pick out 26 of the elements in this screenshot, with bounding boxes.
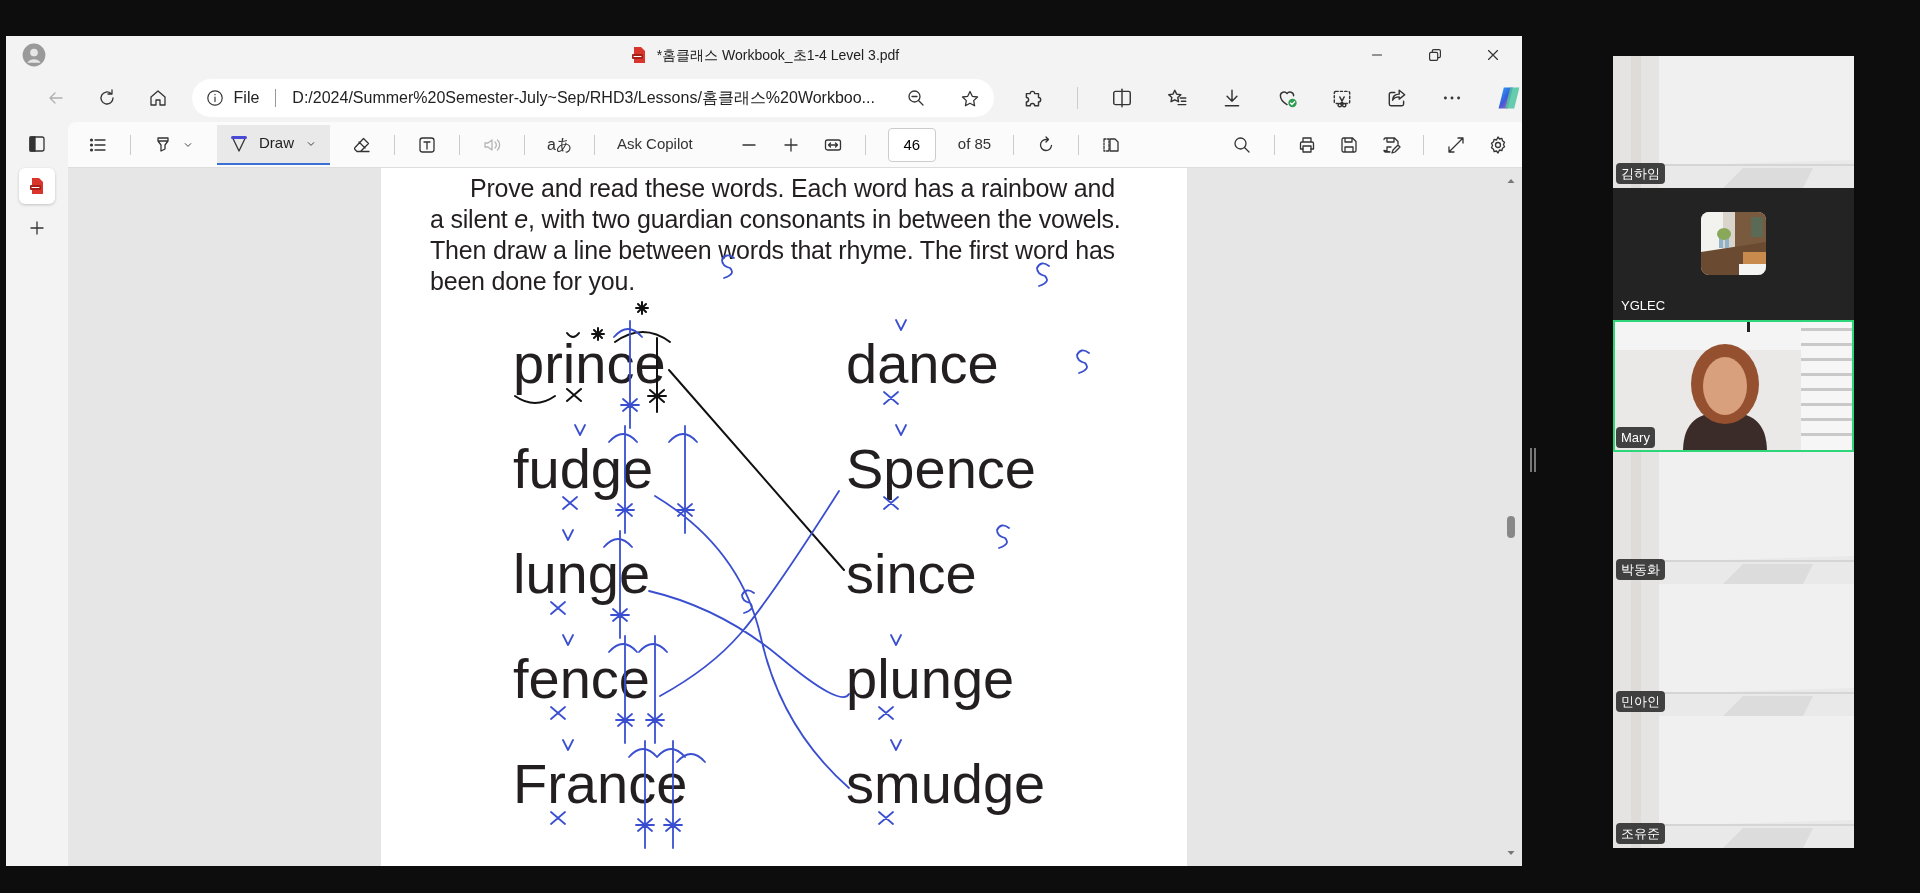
window-title: *홈클래스 Workbook_초1-4 Level 3.pdf	[656, 45, 900, 65]
video-tile[interactable]: YGLEC	[1613, 188, 1854, 320]
video-tile[interactable]: 박동화	[1613, 452, 1854, 584]
participant-name: Mary	[1616, 426, 1655, 448]
word-text: plunge	[846, 646, 1016, 712]
word-text: dance	[846, 331, 1000, 397]
participant-name: 김하임	[1616, 162, 1665, 184]
page-count: of 85	[957, 134, 992, 155]
video-tile[interactable]: Mary	[1613, 320, 1854, 452]
address-bar[interactable]: File D:/2024/Summer%20Semester-July~Sep/RHD3/Lessons/홈클래스%20Workboo...	[191, 79, 994, 117]
translate-button[interactable]: aあ	[547, 132, 572, 157]
word-text: smudge	[846, 751, 1047, 817]
video-tile[interactable]: 김하임	[1613, 56, 1854, 188]
participant-name: 박동화	[1616, 558, 1665, 580]
word-text: Spence	[846, 436, 1037, 502]
url-text: D:/2024/Summer%20Semester-July~Sep/RHD3/Lessons/홈클래스%20Workboo...	[292, 88, 875, 108]
ask-copilot-button[interactable]: Ask Copilot	[616, 133, 693, 156]
video-tile[interactable]: 조유준	[1613, 716, 1854, 848]
page-number-input[interactable]: 46	[887, 127, 936, 162]
participant-name: 민아인	[1616, 690, 1665, 712]
word-text: since	[846, 541, 978, 607]
video-tile[interactable]: 민아인	[1613, 584, 1854, 716]
participant-name: 조유준	[1616, 822, 1665, 844]
instructions-text: Prove and read these words. Each word has a rainbow and a silent e, with two guardian consonants in between the vowels. Then draw a line between words that rhyme. The first word has been done for you.	[430, 173, 1122, 297]
draw-button[interactable]: Draw	[217, 124, 330, 165]
scheme-label: File	[233, 88, 260, 108]
